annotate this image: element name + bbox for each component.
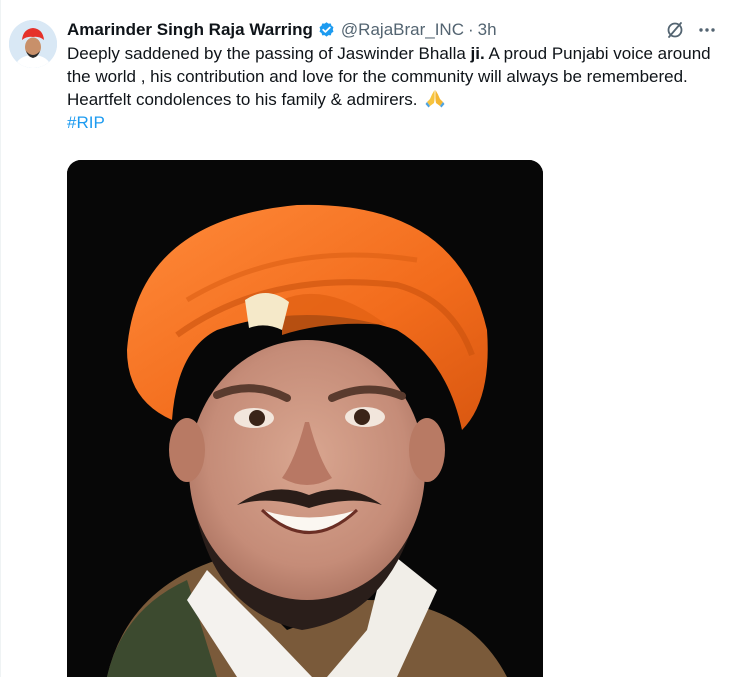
author-handle[interactable]: @RajaBrar_INC: [341, 20, 464, 40]
header-actions: [665, 18, 717, 42]
avatar[interactable]: [9, 20, 57, 68]
tweet-photo[interactable]: [67, 160, 543, 677]
tweet-content: Amarinder Singh Raja Warring @RajaBrar_I…: [67, 18, 717, 134]
portrait-image: [67, 160, 543, 677]
tweet-text-bold: ji.: [470, 44, 485, 63]
hashtag-link[interactable]: #RIP: [67, 111, 712, 134]
folded-hands-emoji: [424, 88, 446, 108]
tweet-header: Amarinder Singh Raja Warring @RajaBrar_I…: [67, 18, 717, 42]
author-display-name[interactable]: Amarinder Singh Raja Warring: [67, 20, 313, 40]
grok-icon[interactable]: [665, 20, 685, 40]
tweet-timestamp[interactable]: 3h: [478, 20, 497, 40]
separator-dot: ·: [468, 20, 474, 39]
more-icon[interactable]: [697, 20, 717, 40]
avatar-image: [9, 20, 57, 68]
tweet-text-part1: Deeply saddened by the passing of Jaswin…: [67, 44, 471, 63]
tweet-text: Deeply saddened by the passing of Jaswin…: [67, 42, 712, 134]
tweet[interactable]: Amarinder Singh Raja Warring @RajaBrar_I…: [0, 0, 730, 677]
verified-badge-icon[interactable]: [317, 21, 336, 40]
